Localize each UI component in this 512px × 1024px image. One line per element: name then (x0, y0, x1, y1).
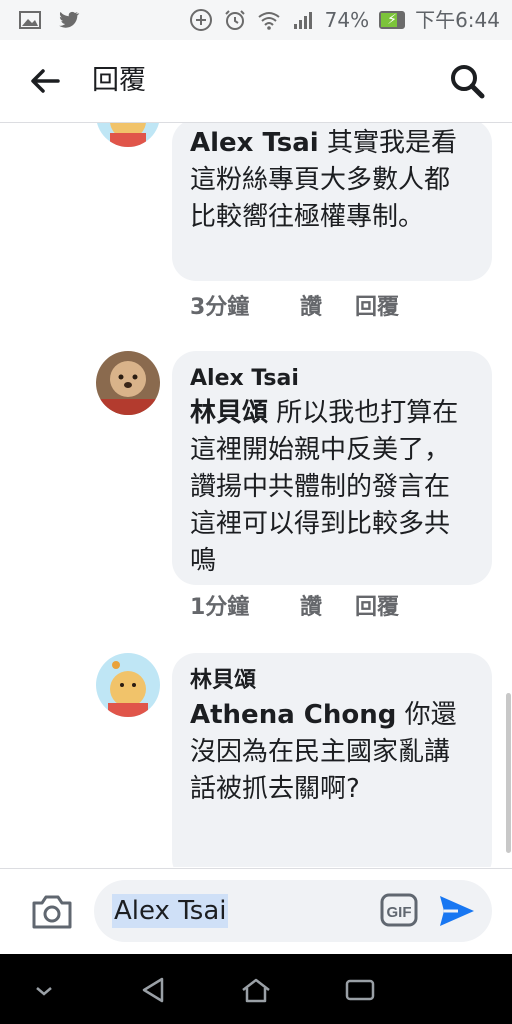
comment-bubble: Alex Tsai 其實我是看這粉絲專頁大多數人都比較嚮往極權專制。 (172, 123, 492, 281)
avatar[interactable] (96, 123, 160, 147)
reply-composer: Alex Tsai GIF (0, 868, 512, 955)
like-button[interactable]: 讚 (300, 289, 355, 321)
pooh-avatar-icon (96, 123, 160, 147)
send-icon[interactable] (438, 893, 476, 929)
alarm-icon (224, 10, 245, 30)
wifi-icon (258, 12, 280, 30)
comment-time: 1分鐘 (190, 595, 250, 620)
home-icon[interactable] (240, 976, 272, 1004)
comment-input[interactable]: Alex Tsai GIF (94, 880, 492, 942)
arrow-left-icon[interactable] (28, 64, 62, 98)
gallery-icon (19, 11, 41, 29)
comment-author[interactable]: Alex Tsai (190, 365, 474, 393)
search-icon[interactable] (448, 62, 486, 100)
app-header: 回覆 (0, 40, 512, 123)
recents-icon[interactable] (344, 978, 376, 1002)
mention-link[interactable]: 林貝頌 (190, 398, 268, 428)
comment-actions: 3分鐘 讚 回覆 (190, 289, 399, 321)
clock: 下午6:44 (415, 8, 500, 32)
signal-icon (293, 12, 312, 29)
page-title: 回覆 (92, 65, 146, 96)
twitter-icon (59, 11, 80, 28)
mention-link[interactable]: Alex Tsai (190, 128, 319, 158)
battery-icon: ⚡ (379, 11, 406, 29)
chevron-down-icon[interactable] (34, 984, 54, 998)
add-circle-icon (189, 9, 212, 31)
comment-thread: Alex Tsai 其實我是看這粉絲專頁大多數人都比較嚮往極權專制。 3分鐘 讚… (0, 123, 512, 867)
status-bar: 74% ⚡ 下午6:44 (0, 0, 512, 40)
comment-author[interactable]: 林貝頌 (190, 667, 474, 695)
system-nav-bar (0, 954, 512, 1024)
comment-input-value[interactable]: Alex Tsai (112, 894, 229, 928)
camera-icon[interactable] (30, 893, 74, 931)
comment-bubble: Alex Tsai 林貝頌 所以我也打算在這裡開始親中反美了，讚揚中共體制的發言… (172, 351, 492, 585)
back-triangle-icon[interactable] (140, 976, 166, 1004)
pooh-avatar-icon (96, 653, 160, 717)
comment-bubble: 林貝頌 Athena Chong 你還沒因為在民主國家亂講話被抓去關啊? (172, 653, 492, 867)
comment-actions: 1分鐘 讚 回覆 (190, 589, 399, 621)
battery-percent: 74% (324, 8, 370, 32)
reply-button[interactable]: 回覆 (355, 289, 399, 321)
avatar[interactable] (96, 351, 160, 415)
gif-button[interactable]: GIF (380, 893, 418, 927)
poodle-avatar-icon (96, 351, 160, 415)
scrollbar[interactable] (506, 693, 511, 853)
gif-label: GIF (387, 904, 412, 921)
comment-time: 3分鐘 (190, 295, 250, 320)
reply-button[interactable]: 回覆 (355, 589, 399, 621)
like-button[interactable]: 讚 (300, 589, 355, 621)
avatar[interactable] (96, 653, 160, 717)
mention-link[interactable]: Athena Chong (190, 700, 396, 730)
